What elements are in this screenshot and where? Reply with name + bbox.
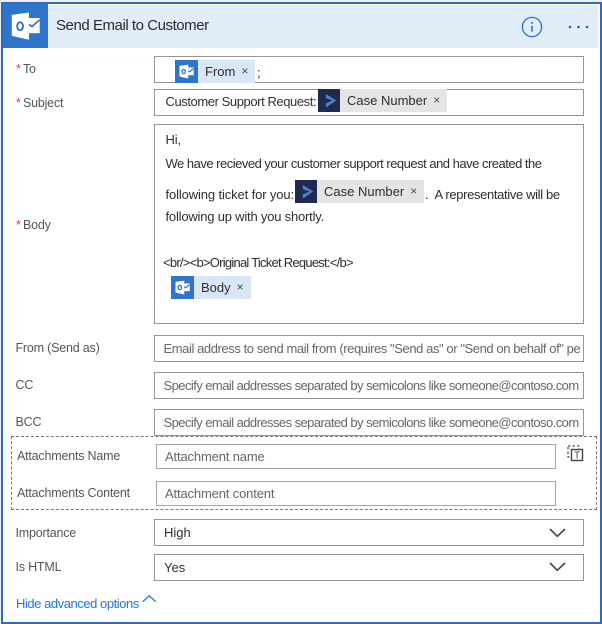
svg-text:T: T — [574, 451, 580, 462]
